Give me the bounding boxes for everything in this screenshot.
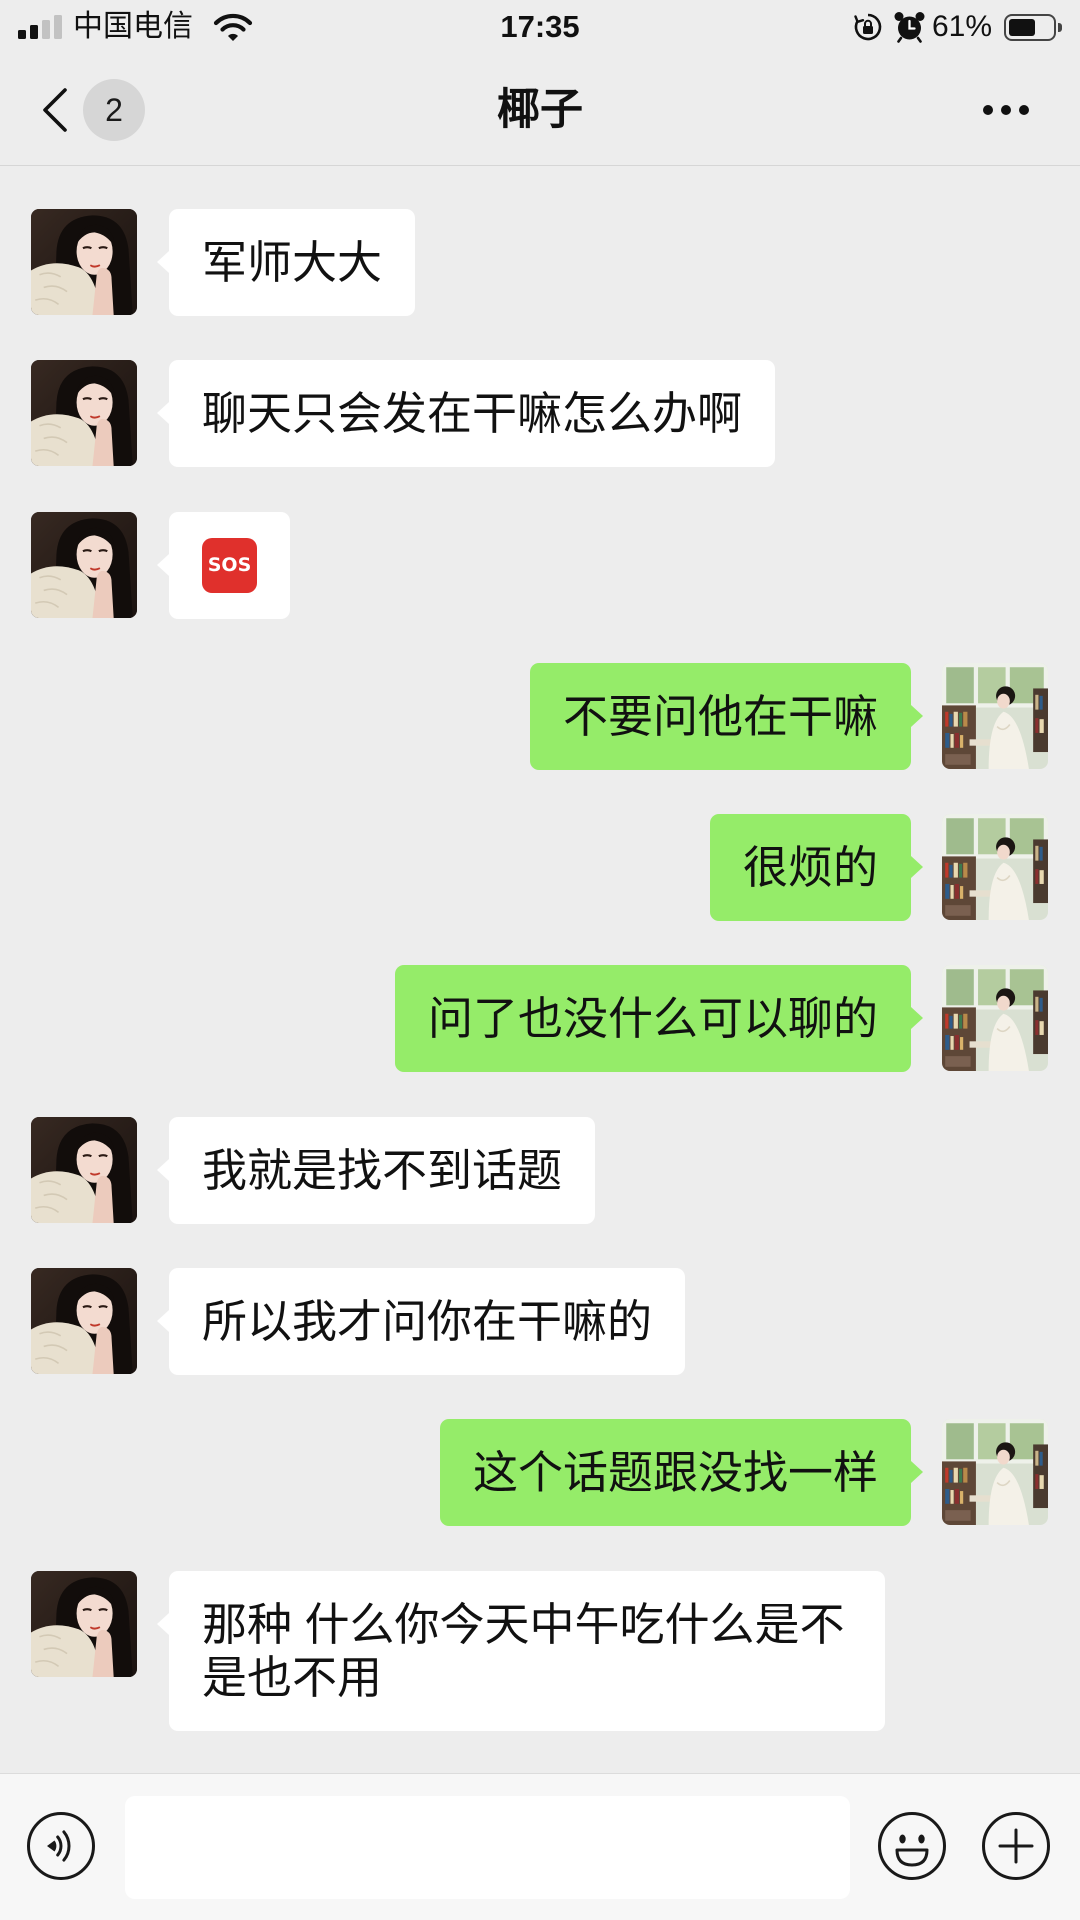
message-bubble[interactable]: 很烦的 (709, 814, 924, 922)
avatar-image (31, 209, 137, 315)
avatar-image (942, 662, 1048, 769)
avatar-image (31, 1570, 137, 1677)
message-row: 聊天只会发在干嘛怎么办啊 (0, 360, 1080, 468)
message-row: 军师大大 (0, 209, 1080, 316)
sticker-bubble[interactable]: SOS (157, 511, 290, 619)
message-bubble[interactable]: 军师大大 (156, 209, 416, 316)
alarm-icon (894, 12, 925, 43)
chevron-left-icon[interactable] (38, 86, 70, 134)
message-row: 所以我才问你在干嘛的 (0, 1268, 1080, 1376)
message-row: SOS (0, 511, 1080, 619)
rotation-lock-icon (854, 13, 882, 41)
message-bubble[interactable]: 我就是找不到话题 (156, 1116, 596, 1224)
contact-avatar[interactable] (31, 1116, 137, 1223)
avatar-image (31, 511, 137, 618)
message-bubble[interactable]: 聊天只会发在干嘛怎么办啊 (156, 360, 776, 468)
my-avatar[interactable] (942, 662, 1048, 769)
my-avatar[interactable] (942, 814, 1048, 921)
avatar-image (942, 1419, 1048, 1526)
battery-percent: 61% (932, 10, 993, 43)
contact-avatar[interactable] (31, 209, 137, 315)
input-bar (0, 1773, 1080, 1920)
avatar-image (31, 1268, 137, 1375)
sos-icon: SOS (202, 537, 257, 593)
my-avatar[interactable] (942, 965, 1048, 1072)
my-avatar[interactable] (942, 1419, 1048, 1526)
chat-header: 2 椰子 (0, 58, 1080, 166)
unread-count-badge[interactable]: 2 (83, 79, 145, 141)
message-bubble[interactable]: 这个话题跟没找一样 (439, 1419, 924, 1527)
battery-icon (1004, 14, 1062, 41)
battery-shell (1004, 14, 1056, 41)
message-input[interactable] (125, 1796, 850, 1899)
voice-icon[interactable] (26, 1811, 96, 1881)
contact-avatar[interactable] (31, 1268, 137, 1375)
status-bar: 中国电信 17:35 61% (0, 0, 1080, 58)
message-row: 问了也没什么可以聊的 (0, 965, 1080, 1073)
message-bubble[interactable]: 不要问他在干嘛 (529, 662, 924, 770)
chat-title: 椰子 (497, 86, 583, 134)
battery-fill (1009, 19, 1035, 36)
message-bubble[interactable]: 问了也没什么可以聊的 (394, 965, 924, 1073)
plus-icon[interactable] (981, 1811, 1051, 1881)
avatar-image (942, 814, 1048, 921)
avatar-image (942, 965, 1048, 1072)
message-row: 很烦的 (0, 814, 1080, 922)
contact-avatar[interactable] (31, 1570, 137, 1677)
message-bubble[interactable]: 所以我才问你在干嘛的 (156, 1268, 686, 1376)
more-icon[interactable] (978, 96, 1034, 124)
battery-nub (1058, 23, 1062, 32)
avatar-image (31, 360, 137, 467)
contact-avatar[interactable] (31, 511, 137, 618)
avatar-image (31, 1116, 137, 1223)
contact-avatar[interactable] (31, 360, 137, 467)
message-row: 我就是找不到话题 (0, 1116, 1080, 1224)
message-row: 那种 什么你今天中午吃什么是不是也不用 (0, 1570, 1080, 1731)
message-bubble[interactable]: 那种 什么你今天中午吃什么是不是也不用 (157, 1570, 885, 1731)
message-row: 这个话题跟没找一样 (0, 1419, 1080, 1527)
message-list[interactable]: 军师大大 聊天只会发在干嘛怎么办啊 SOS 不要问他在干嘛 很烦的 问了也没什么… (0, 166, 1080, 1773)
message-row: 不要问他在干嘛 (0, 662, 1080, 770)
emoji-icon[interactable] (877, 1811, 947, 1881)
